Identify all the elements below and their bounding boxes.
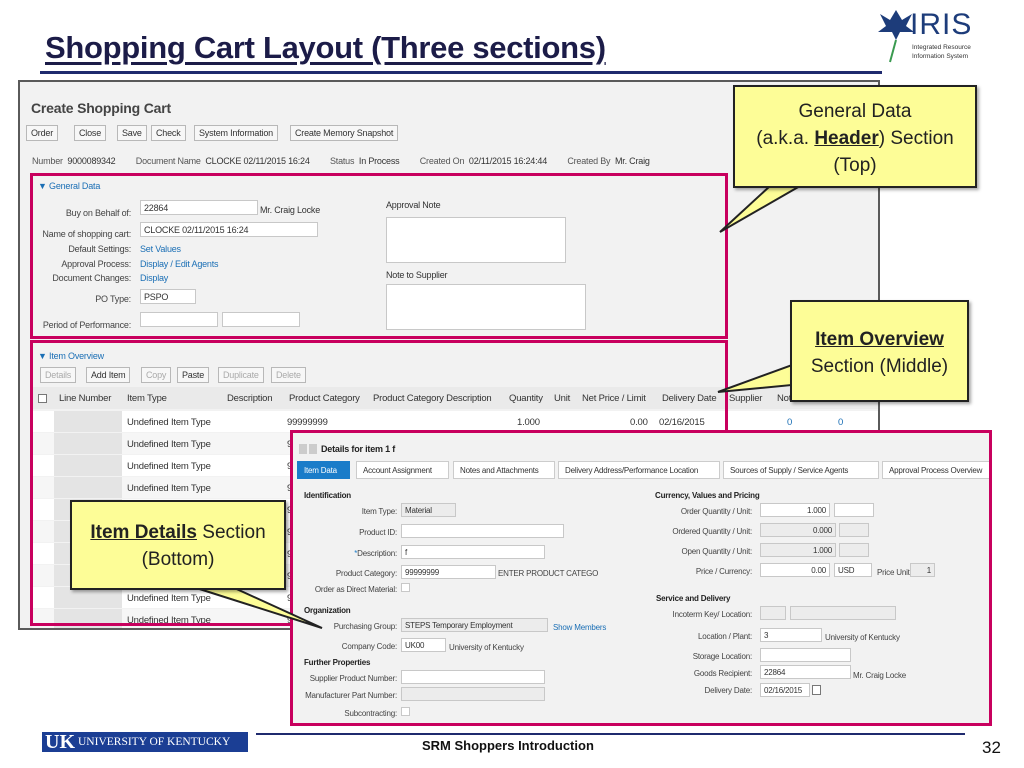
callout-item-details: Item Details Section (Bottom): [70, 500, 286, 590]
footer-divider: [256, 733, 965, 735]
footer-text: SRM Shoppers Introduction: [422, 738, 594, 753]
page-number: 32: [982, 738, 1001, 757]
callout-item-overview: Item Overview Section (Middle): [790, 300, 969, 402]
uk-logo: UK UNIVERSITY OF KENTUCKY: [42, 731, 248, 753]
callout-general-data: General Data (a.k.a. Header) Section (To…: [733, 85, 977, 188]
